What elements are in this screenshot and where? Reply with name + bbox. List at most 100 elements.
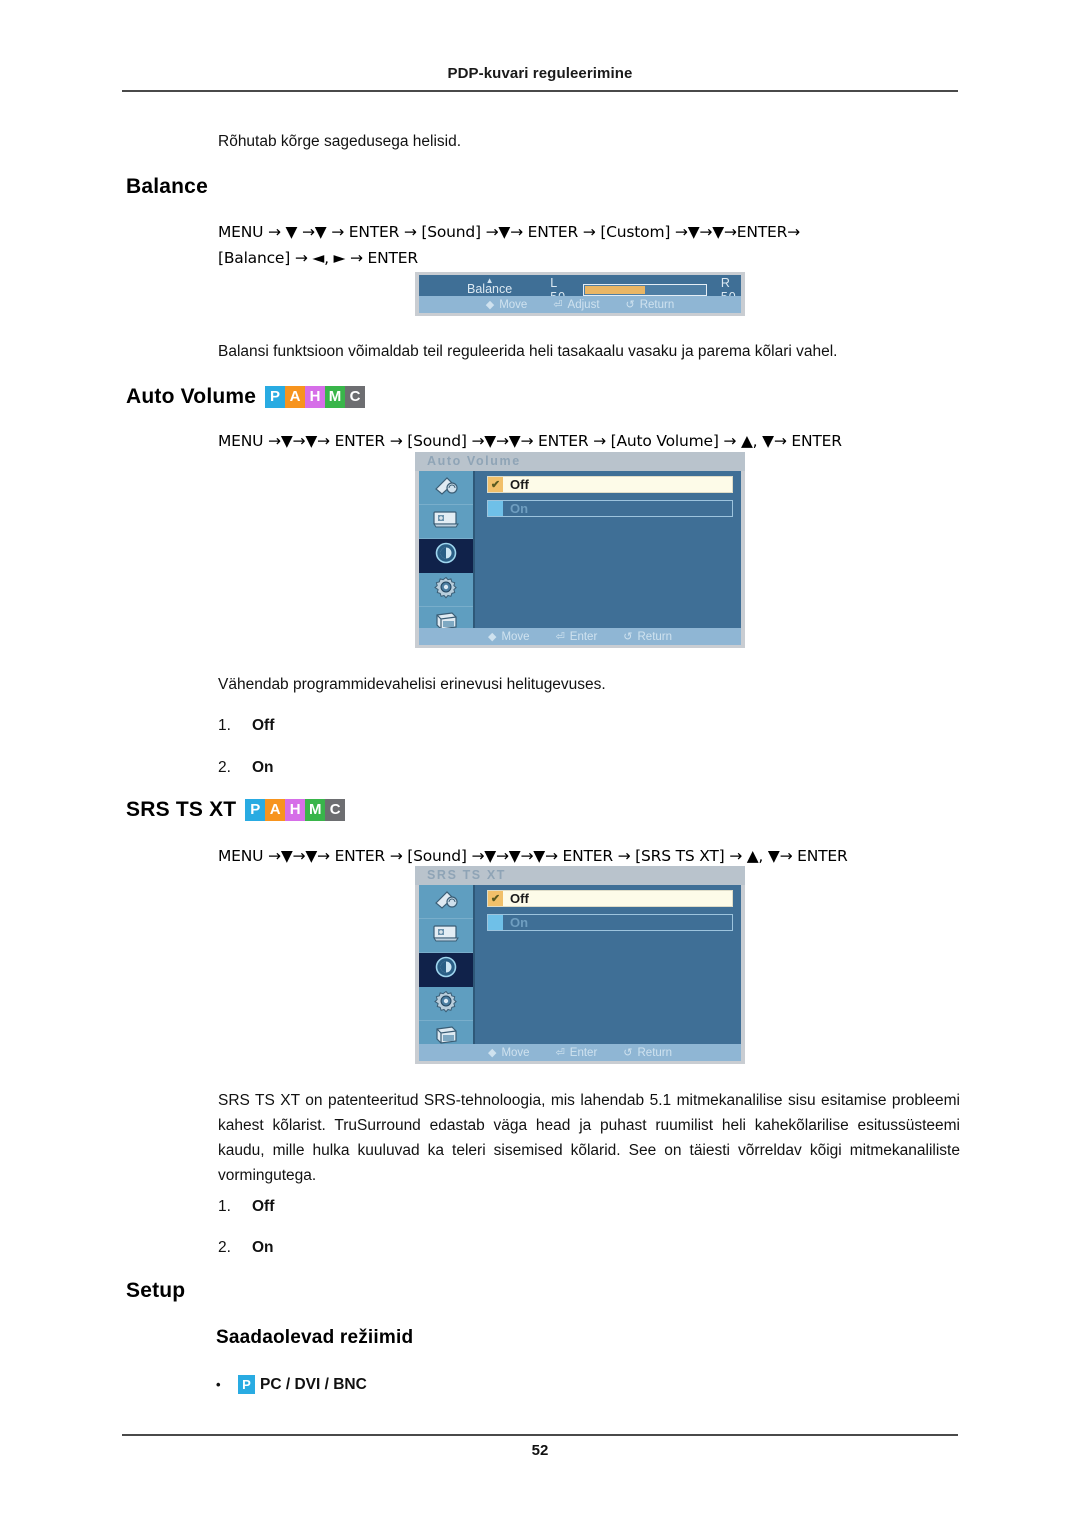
srs-heading-text: SRS TS XT [126,798,237,821]
footer-divider [122,1434,958,1436]
auto-volume-osd-footer-enter[interactable]: ⏎ Enter [556,630,598,644]
return-icon: ↺ [623,1047,633,1059]
auto-volume-option-1: 1. Off [218,717,274,735]
running-header-title: PDP-kuvari reguleerimine [447,65,633,82]
return-icon: ↺ [625,299,635,311]
screen-icon [432,924,460,947]
balance-right-label: R [720,275,731,290]
srs-option-list: ✔ Off On [487,890,733,938]
section-heading-auto-volume: Auto Volume PAHMC [126,385,366,409]
srs-option-2-label: On [252,1239,274,1256]
auto-volume-osd-option-label: Off [510,477,529,492]
balance-osd: ▲ Balance ▼ L 50 R 50 ◆Move⏎Adjust↺Retur… [415,272,745,316]
balance-osd-footer-label: Adjust [567,298,600,311]
auto-volume-osd-footer: ◆ Move ⏎ Enter ↺ Return [419,628,741,645]
balance-menu-path-line2: [Balance] → ◄, ► → ENTER [218,249,418,267]
updown-icon: ◆ [485,299,495,311]
auto-volume-osd-sidebar-sound-icon[interactable] [419,539,473,573]
setup-heading-text: Setup [126,1279,186,1302]
auto-volume-osd-sidebar-picture-icon[interactable] [419,471,473,505]
srs-option-2-number: 2. [218,1239,231,1256]
setup-modes-row: • P PC / DVI / BNC [216,1375,367,1394]
auto-volume-osd-footer-return[interactable]: ↺ Return [623,630,673,644]
auto-volume-osd-body: ✔ Off On [419,471,741,628]
auto-volume-osd-sidebar [419,471,475,628]
srs-osd-footer: ◆ Move ⏎ Enter ↺ Return [419,1044,741,1061]
auto-volume-option-2-label: On [252,759,274,776]
balance-slider[interactable] [582,283,707,296]
srs-description: SRS TS XT on patenteeritud SRS-tehnoloog… [218,1092,960,1184]
option-marker-icon [488,501,503,516]
auto-volume-option-list: ✔ Off On [487,476,733,524]
balance-osd-footer-return[interactable]: ↺ Return [625,298,675,312]
srs-osd-footer-label: Return [637,1046,673,1059]
srs-osd-sidebar-screen-icon[interactable] [419,919,473,953]
auto-volume-osd-sidebar-screen-icon[interactable] [419,505,473,539]
balance-osd-footer-label: Move [499,298,528,311]
srs-osd-sidebar-picture-icon[interactable] [419,885,473,919]
auto-volume-option-1-label: Off [252,717,275,734]
updown-icon: ◆ [487,1047,497,1059]
srs-option-1: 1. Off [218,1198,274,1216]
balance-heading-text: Balance [126,175,208,198]
setup-modes-label: PC / DVI / BNC [260,1375,367,1393]
srs-badge-m-icon: M [305,799,326,821]
screen-icon [432,510,460,533]
auto-volume-osd-sidebar-setup-icon[interactable] [419,573,473,607]
multi-control-icon [432,610,460,628]
srs-osd: SRS TS XT ✔ Off On ◆ Move ⏎ Enter ↺ Return [415,866,745,1064]
srs-osd-option-on[interactable]: On [487,914,733,931]
srs-badge-p-icon: P [245,799,266,821]
balance-left-label: L [550,275,558,290]
srs-option-1-number: 1. [218,1198,231,1215]
auto-volume-menu-path: MENU →▼→▼→ ENTER → [Sound] →▼→▼→ ENTER →… [218,432,842,450]
sound-icon [434,541,458,570]
srs-osd-sidebar-multi-control-icon[interactable] [419,1021,473,1044]
srs-option-1-label: Off [252,1198,275,1215]
auto-volume-osd-footer-move[interactable]: ◆ Move [488,630,530,644]
auto-volume-badge-c-icon: C [345,386,366,408]
check-icon: ✔ [488,891,503,906]
auto-volume-osd-footer-label: Enter [569,630,598,643]
auto-volume-badge-h-icon: H [305,386,326,408]
section-heading-setup: Setup [126,1279,185,1303]
srs-osd-title: SRS TS XT [415,866,745,885]
auto-volume-badge-p-icon: P [265,386,286,408]
picture-icon [433,475,459,500]
setup-icon [434,575,458,604]
srs-badge-h-icon: H [285,799,306,821]
balance-osd-footer-adjust[interactable]: ⏎ Adjust [553,298,600,312]
balance-menu-path-line1: MENU → ▼ →▼ → ENTER → [Sound] →▼→ ENTER … [218,223,800,241]
srs-osd-option-off[interactable]: ✔ Off [487,890,733,907]
auto-volume-heading-text: Auto Volume [126,385,257,408]
page-number: 52 [531,1442,549,1459]
auto-volume-osd-option-label: On [510,501,529,516]
enter-icon: ⏎ [553,299,563,311]
auto-volume-osd-title: Auto Volume [415,452,745,471]
srs-badge-c-icon: C [325,799,346,821]
auto-volume-osd-option-on[interactable]: On [487,500,733,517]
enter-icon: ⏎ [555,1047,565,1059]
return-icon: ↺ [623,631,633,643]
sound-icon [434,955,458,984]
srs-osd-sidebar-sound-icon[interactable] [419,953,473,987]
srs-osd-footer-move[interactable]: ◆ Move [487,1046,530,1060]
balance-description: Balansi funktsioon võimaldab teil regule… [218,343,838,360]
intro-paragraph: Rõhutab kõrge sagedusega helisid. [218,133,462,150]
srs-osd-footer-return[interactable]: ↺ Return [623,1046,673,1060]
auto-volume-description: Vähendab programmidevahelisi erinevusi h… [218,676,606,693]
auto-volume-osd-option-off[interactable]: ✔ Off [487,476,733,493]
balance-osd-footer-move[interactable]: ◆ Move [485,298,528,312]
srs-mode-badges: PAHMC [245,799,346,821]
srs-osd-sidebar [419,885,475,1044]
auto-volume-option-2-number: 2. [218,759,231,776]
srs-osd-body: ✔ Off On [419,885,741,1044]
auto-volume-osd-sidebar-multi-control-icon[interactable] [419,607,473,628]
setup-icon [434,989,458,1018]
srs-osd-sidebar-setup-icon[interactable] [419,987,473,1021]
srs-osd-footer-enter[interactable]: ⏎ Enter [555,1046,598,1060]
srs-badge-a-icon: A [265,799,286,821]
auto-volume-option-1-number: 1. [218,717,231,734]
srs-osd-footer-label: Enter [569,1046,598,1059]
auto-volume-osd-footer-label: Return [637,630,673,643]
